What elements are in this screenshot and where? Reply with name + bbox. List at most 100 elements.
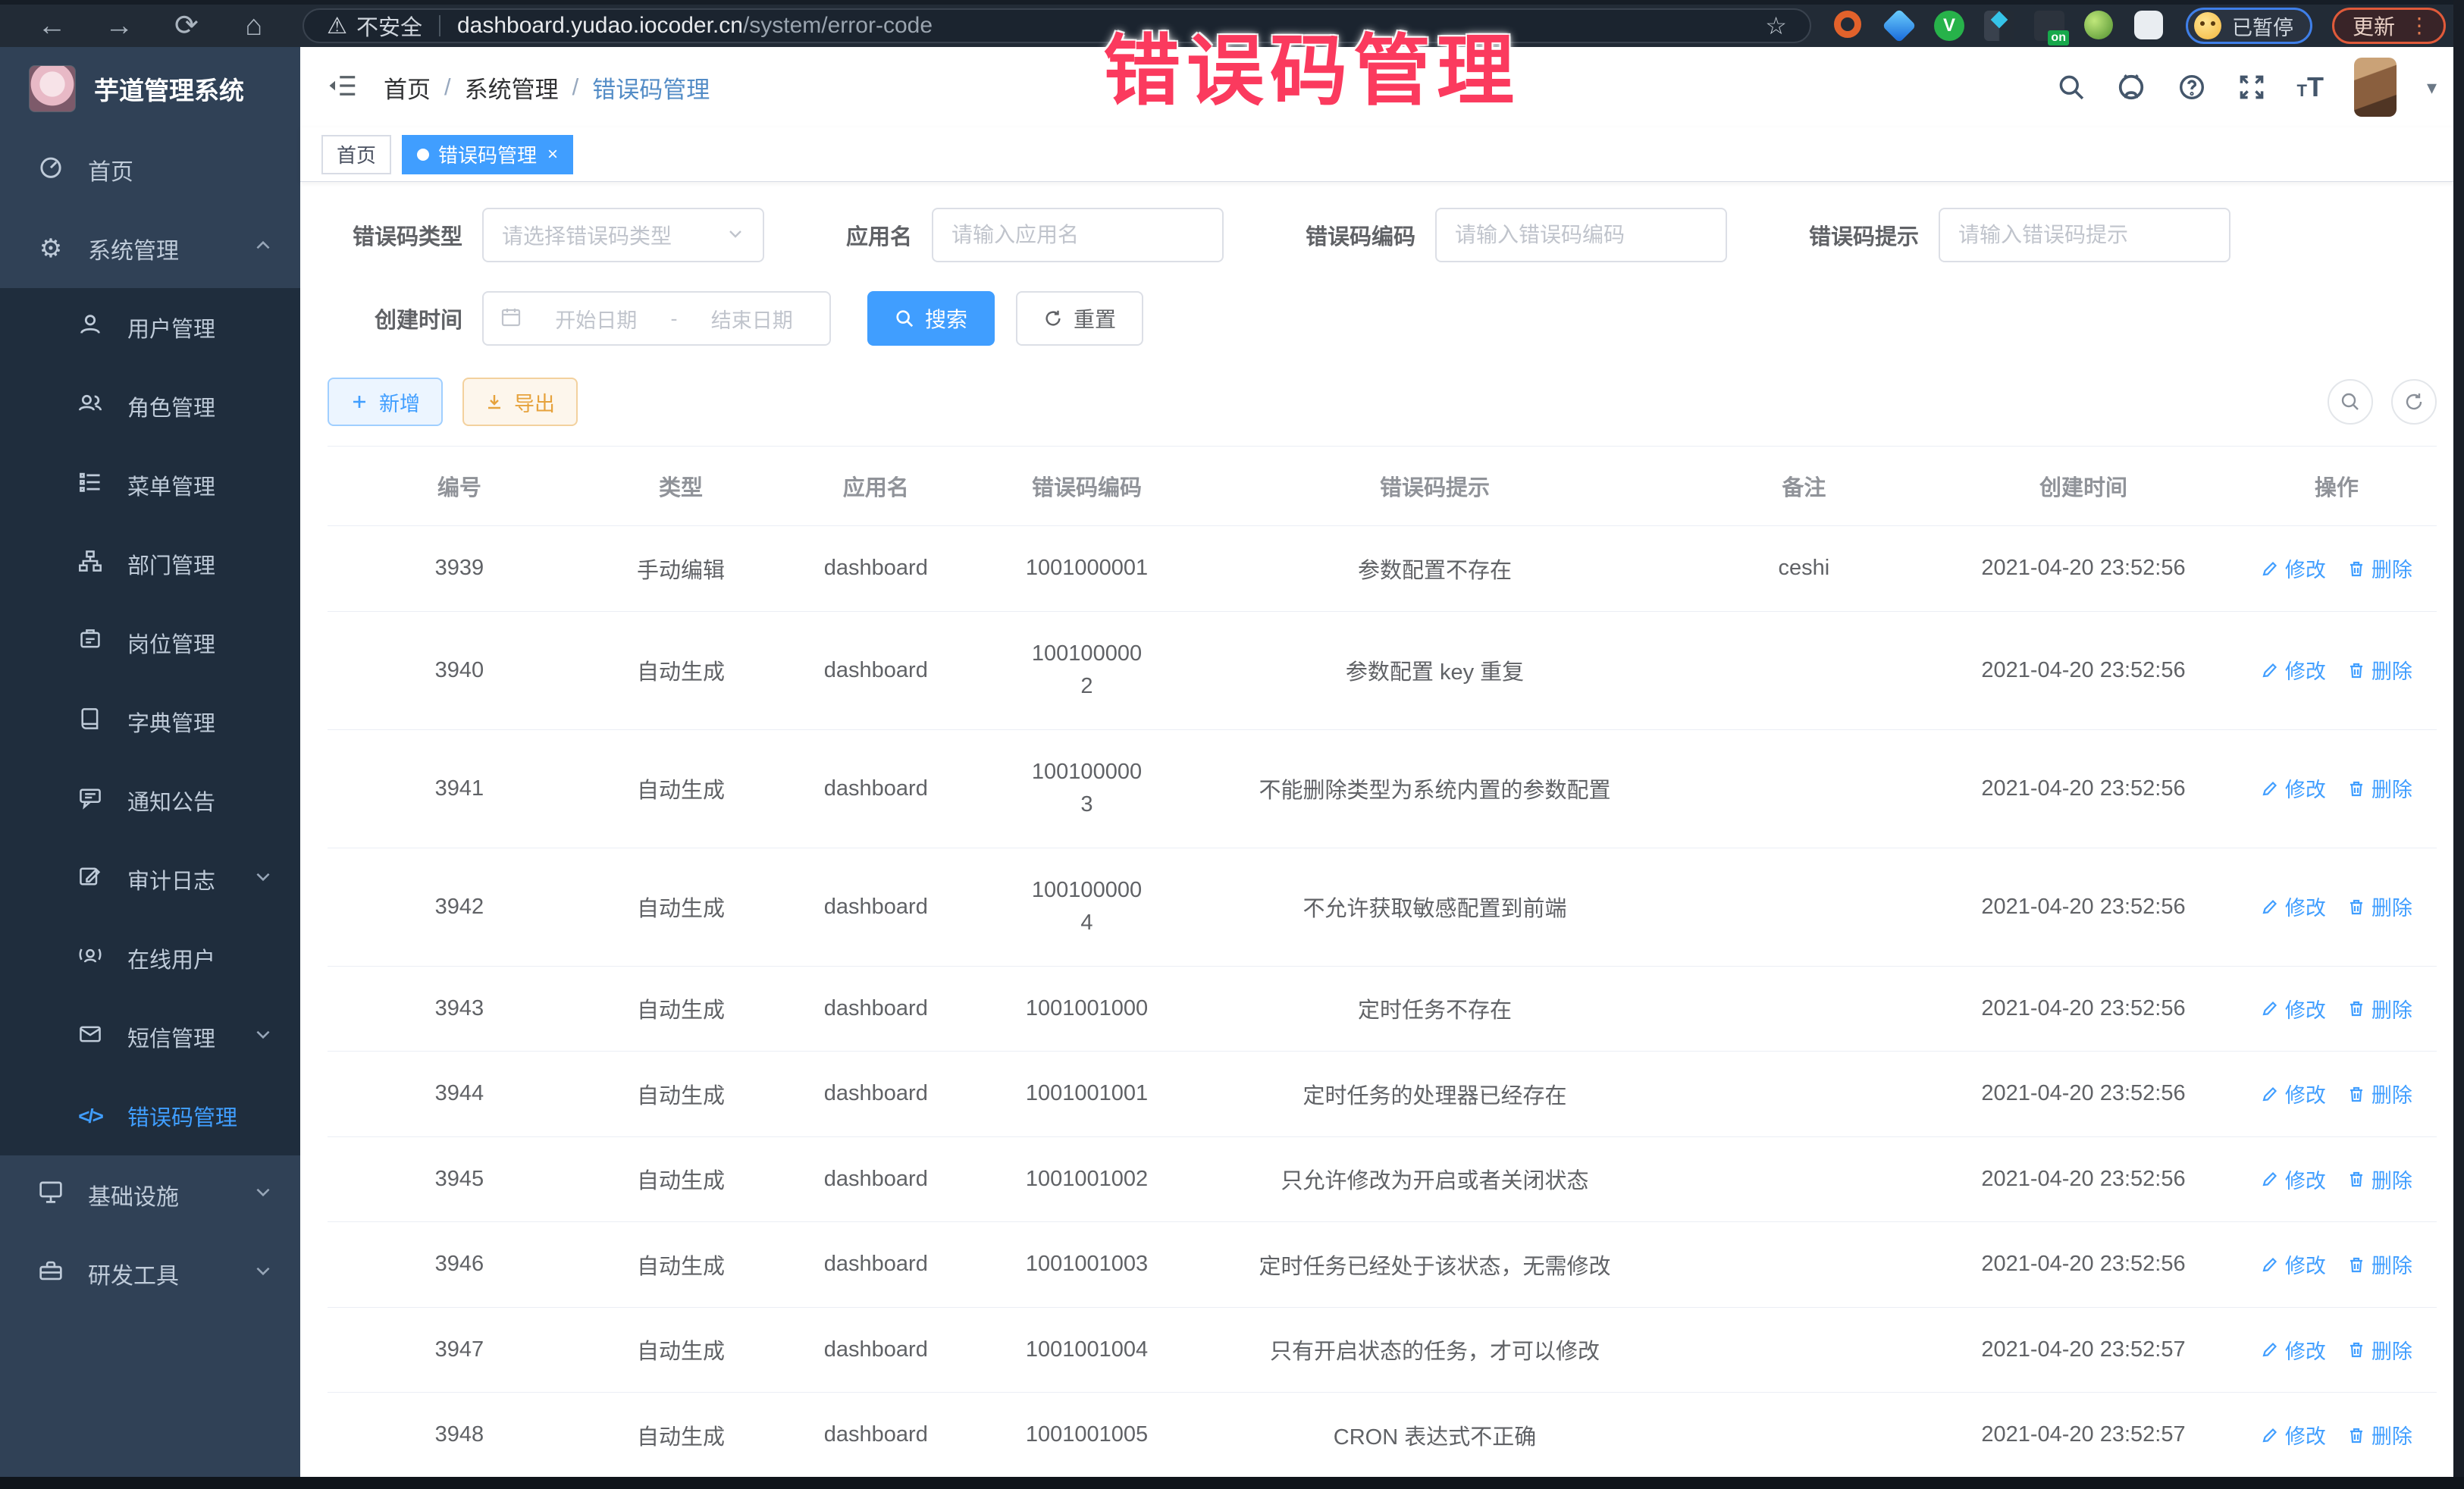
delete-link[interactable]: 删除 xyxy=(2347,553,2412,583)
browser-reload-icon[interactable]: ⟳ xyxy=(153,11,221,40)
extension-strip: V xyxy=(1834,11,2165,41)
row-type: 自动生成 xyxy=(591,1052,770,1137)
delete-link[interactable]: 删除 xyxy=(2347,655,2412,685)
row-code: 1001001001 xyxy=(981,1052,1192,1137)
sidebar-item-roles[interactable]: 角色管理 xyxy=(0,367,300,446)
edit-link[interactable]: 修改 xyxy=(2261,1079,2326,1108)
sidebar-item-error-code[interactable]: </> 错误码管理 xyxy=(0,1077,300,1155)
edit-link[interactable]: 修改 xyxy=(2261,1165,2326,1194)
extension-donut-icon[interactable] xyxy=(1834,11,1864,41)
delete-link[interactable]: 删除 xyxy=(2347,1165,2412,1194)
tag-close-icon[interactable]: × xyxy=(547,144,558,165)
sidebar-item-users[interactable]: 用户管理 xyxy=(0,288,300,367)
edit-link[interactable]: 修改 xyxy=(2261,1249,2326,1279)
sidebar-item-posts[interactable]: 岗位管理 xyxy=(0,603,300,682)
extension-grid-icon[interactable] xyxy=(1984,11,2014,41)
delete-link[interactable]: 删除 xyxy=(2347,1335,2412,1365)
app-logo[interactable]: 芋道管理系统 xyxy=(0,47,300,130)
refresh-button[interactable] xyxy=(2391,379,2437,425)
tag-home[interactable]: 首页 xyxy=(321,135,391,174)
chevron-down-icon xyxy=(253,867,273,892)
sidebar-collapse-icon[interactable] xyxy=(328,71,358,105)
error-code-input[interactable] xyxy=(1455,223,1707,247)
help-icon[interactable] xyxy=(2177,72,2207,102)
row-msg: 只允许修改为开启或者关闭状态 xyxy=(1193,1136,1678,1222)
sidebar-item-audit-log[interactable]: 审计日志 xyxy=(0,840,300,919)
edit-link[interactable]: 修改 xyxy=(2261,994,2326,1023)
browser-menu-kebab-icon[interactable]: ⋮ xyxy=(2409,15,2430,36)
extension-puzzle-icon[interactable] xyxy=(2134,11,2165,41)
extension-switch-icon[interactable] xyxy=(2034,11,2064,41)
sidebar-item-sms[interactable]: 短信管理 xyxy=(0,998,300,1077)
row-id: 3940 xyxy=(328,611,591,729)
github-icon[interactable] xyxy=(2116,72,2146,102)
browser-home-icon[interactable]: ⌂ xyxy=(220,11,287,40)
row-type: 自动生成 xyxy=(591,1307,770,1393)
sidebar-item-dev-tools[interactable]: 研发工具 xyxy=(0,1234,300,1313)
address-bar[interactable]: ⚠ 不安全 dashboard.yudao.iocoder.cn /system… xyxy=(303,8,1811,43)
error-type-select[interactable]: 请选择错误码类型 xyxy=(482,208,764,262)
url-path: /system/error-code xyxy=(743,13,933,39)
delete-link[interactable]: 删除 xyxy=(2347,773,2412,803)
browser-forward-icon[interactable]: → xyxy=(86,11,153,40)
row-note xyxy=(1677,848,1930,966)
search-icon[interactable] xyxy=(2057,73,2086,102)
browser-back-icon[interactable]: ← xyxy=(18,11,86,40)
edit-link[interactable]: 修改 xyxy=(2261,655,2326,685)
row-actions: 修改删除 xyxy=(2237,848,2437,966)
row-type: 自动生成 xyxy=(591,848,770,966)
row-actions: 修改删除 xyxy=(2237,1136,2437,1222)
avatar-caret-icon[interactable]: ▾ xyxy=(2427,76,2437,99)
toggle-search-button[interactable] xyxy=(2328,379,2373,425)
row-type: 自动生成 xyxy=(591,1393,770,1478)
security-label[interactable]: 不安全 xyxy=(356,10,422,42)
bookmark-star-icon[interactable]: ☆ xyxy=(1765,11,1787,40)
error-msg-input[interactable] xyxy=(1958,223,2211,247)
row-actions: 修改删除 xyxy=(2237,729,2437,848)
sidebar-item-notice[interactable]: 通知公告 xyxy=(0,761,300,840)
profile-paused-badge[interactable]: 已暂停 xyxy=(2186,8,2312,44)
font-size-icon[interactable]: TT xyxy=(2296,71,2323,103)
row-actions: 修改删除 xyxy=(2237,1393,2437,1478)
edit-link[interactable]: 修改 xyxy=(2261,1335,2326,1365)
message-bubble-icon xyxy=(76,785,105,816)
fullscreen-icon[interactable] xyxy=(2237,73,2266,102)
edit-link[interactable]: 修改 xyxy=(2261,1420,2326,1450)
table-header-cell: 创建时间 xyxy=(1930,447,2236,526)
edit-link[interactable]: 修改 xyxy=(2261,773,2326,803)
search-button[interactable]: 搜索 xyxy=(867,291,995,346)
breadcrumb-system[interactable]: 系统管理 xyxy=(465,71,559,105)
sidebar-item-dict[interactable]: 字典管理 xyxy=(0,682,300,761)
table-header-row: 编号类型应用名错误码编码错误码提示备注创建时间操作 xyxy=(328,447,2437,526)
delete-link[interactable]: 删除 xyxy=(2347,1420,2412,1450)
edit-link[interactable]: 修改 xyxy=(2261,892,2326,921)
tag-error-code[interactable]: 错误码管理 × xyxy=(402,135,573,174)
row-actions: 修改删除 xyxy=(2237,1222,2437,1308)
window-right-edge xyxy=(2453,0,2464,1489)
browser-update-button[interactable]: 更新 ⋮ xyxy=(2332,8,2446,44)
extension-key-icon[interactable] xyxy=(2084,11,2114,41)
user-avatar[interactable] xyxy=(2354,58,2397,117)
extension-gem-icon[interactable] xyxy=(1884,11,1914,41)
date-range-picker[interactable]: 开始日期 - 结束日期 xyxy=(482,291,831,346)
edit-link[interactable]: 修改 xyxy=(2261,553,2326,583)
breadcrumb-home[interactable]: 首页 xyxy=(384,71,431,105)
delete-link[interactable]: 删除 xyxy=(2347,994,2412,1023)
row-time: 2021-04-20 23:52:56 xyxy=(1930,848,2236,966)
reset-button[interactable]: 重置 xyxy=(1016,291,1143,346)
sidebar-item-infra[interactable]: 基础设施 xyxy=(0,1155,300,1234)
sidebar-item-system[interactable]: ⚙ 系统管理 xyxy=(0,209,300,288)
sidebar-item-online-users[interactable]: 在线用户 xyxy=(0,919,300,998)
add-button[interactable]: 新增 xyxy=(328,378,443,426)
sidebar-item-home[interactable]: 首页 xyxy=(0,130,300,209)
sidebar-item-departments[interactable]: 部门管理 xyxy=(0,525,300,603)
sidebar-item-menus[interactable]: 菜单管理 xyxy=(0,446,300,525)
filter-msg-label: 错误码提示 xyxy=(1809,219,1919,251)
delete-link[interactable]: 删除 xyxy=(2347,1249,2412,1279)
delete-link[interactable]: 删除 xyxy=(2347,892,2412,921)
app-name-input[interactable] xyxy=(951,223,1204,247)
delete-link[interactable]: 删除 xyxy=(2347,1079,2412,1108)
table-row: 3948自动生成dashboard1001001005CRON 表达式不正确20… xyxy=(328,1393,2437,1478)
export-button[interactable]: 导出 xyxy=(462,378,578,426)
extension-green-icon[interactable]: V xyxy=(1934,11,1964,41)
